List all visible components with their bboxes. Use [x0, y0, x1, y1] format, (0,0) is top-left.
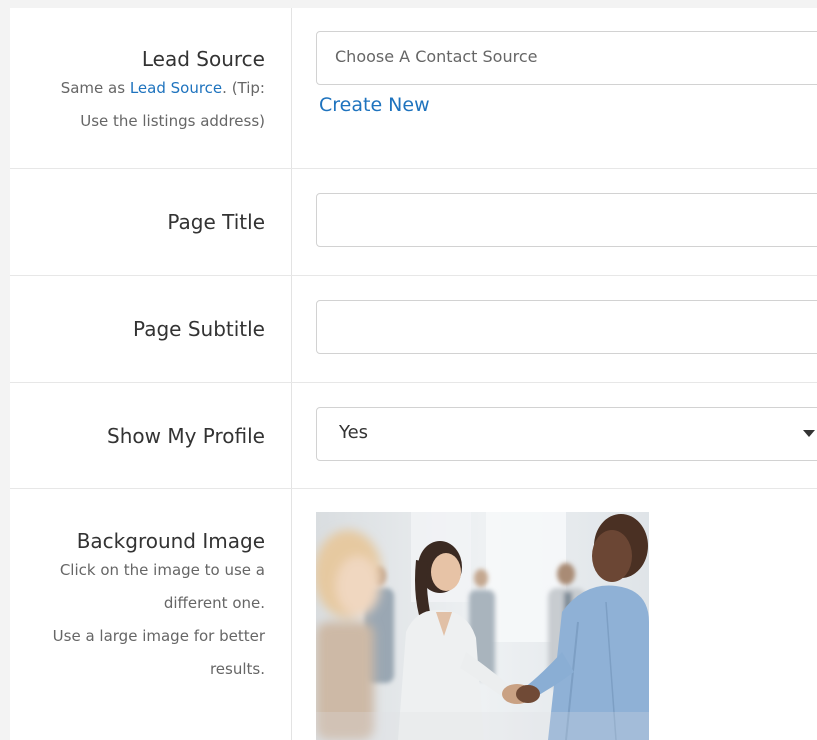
row-separator	[10, 275, 817, 276]
column-divider	[291, 8, 292, 740]
row-separator	[10, 382, 817, 383]
page-subtitle-input[interactable]	[316, 300, 817, 354]
background-image-label-group: Background Image Click on the image to u…	[10, 527, 265, 686]
page-subtitle-label-group: Page Subtitle	[10, 315, 265, 343]
page-title-label-group: Page Title	[10, 208, 265, 236]
handshake-photo-icon	[316, 512, 649, 740]
settings-form-panel: Lead Source Same as Lead Source. (Tip: U…	[10, 8, 817, 740]
lead-source-hint-line2: Use the listings address)	[80, 112, 265, 130]
lead-source-label-group: Lead Source Same as Lead Source. (Tip: U…	[10, 45, 265, 138]
lead-source-hint-suffix: . (Tip:	[222, 79, 265, 97]
background-image-hint-3: Use a large image for better	[52, 627, 265, 645]
lead-source-placeholder: Choose A Contact Source	[335, 47, 538, 66]
lead-source-hint: Same as Lead Source. (Tip:	[10, 72, 265, 105]
row-separator	[10, 488, 817, 489]
lead-source-hint-prefix: Same as	[60, 79, 130, 97]
background-image-label: Background Image	[76, 529, 265, 553]
lead-source-hint-link[interactable]: Lead Source	[130, 79, 222, 97]
create-new-link[interactable]: Create New	[319, 94, 430, 116]
show-profile-label: Show My Profile	[107, 424, 265, 448]
background-image-hint-2: different one.	[163, 594, 265, 612]
row-separator	[10, 168, 817, 169]
page-title-input[interactable]	[316, 193, 817, 247]
background-image-hint-1: Click on the image to use a	[59, 561, 265, 579]
caret-down-icon	[803, 430, 815, 437]
background-image-thumbnail[interactable]	[316, 512, 649, 740]
show-profile-value: Yes	[339, 422, 369, 443]
show-profile-label-group: Show My Profile	[10, 422, 265, 450]
page-subtitle-label: Page Subtitle	[133, 317, 265, 341]
lead-source-label: Lead Source	[141, 47, 265, 71]
lead-source-select[interactable]: Choose A Contact Source	[316, 31, 817, 85]
background-image-hint-4: results.	[209, 660, 265, 678]
show-profile-select[interactable]: Yes	[316, 407, 817, 461]
page-title-label: Page Title	[167, 210, 265, 234]
